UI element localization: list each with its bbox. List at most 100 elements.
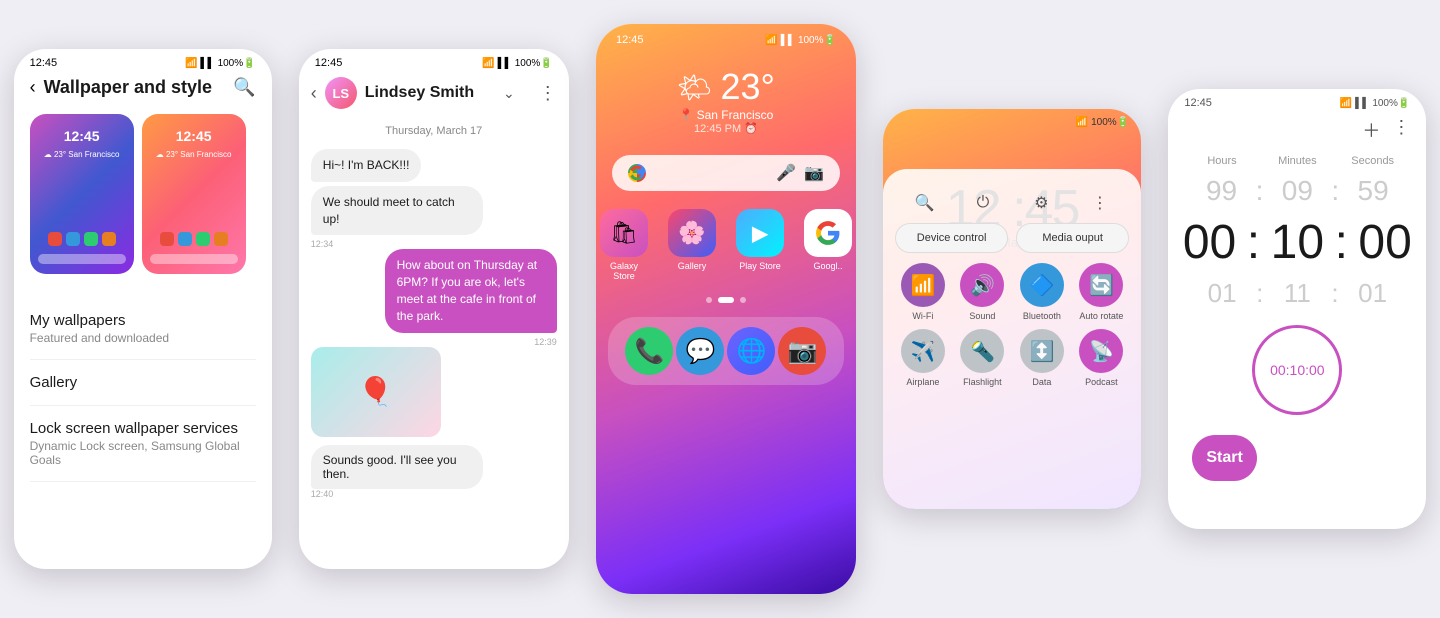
toggle-data[interactable]: ↕️ Data — [1016, 329, 1068, 387]
page-dots — [596, 291, 856, 309]
flashlight-toggle-icon: 🔦 — [960, 329, 1004, 373]
galaxy-store-icon: 🛍 — [600, 209, 648, 257]
battery-icon-5: 100%🔋 — [1372, 98, 1410, 109]
status-bar-1: 12:45 📶 ▌▌ 100%🔋 — [14, 49, 272, 73]
gallery-label: Gallery — [678, 261, 707, 271]
toggle-wifi[interactable]: 📶 Wi-Fi — [897, 263, 949, 321]
home-search-bar[interactable]: 🎤 📷 — [612, 155, 840, 191]
timer-colon-bottom-1: : — [1256, 278, 1263, 309]
wp-mini-apps-orange — [160, 232, 228, 246]
timer-circle-display[interactable]: 00:10:00 — [1252, 325, 1342, 415]
add-timer-icon[interactable]: ＋ — [1362, 117, 1380, 143]
timer-colon-top-1: : — [1256, 175, 1264, 207]
status-icons-5: 📶 ▌▌ 100%🔋 — [1340, 97, 1411, 109]
flashlight-toggle-label: Flashlight — [963, 377, 1002, 387]
back-icon-msg[interactable]: ‹ — [311, 83, 317, 104]
bluetooth-toggle-label: Bluetooth — [1023, 311, 1061, 321]
more-timer-icon[interactable]: ⋮ — [1392, 117, 1410, 143]
bluetooth-toggle-icon: 🔷 — [1020, 263, 1064, 307]
menu-gallery[interactable]: Gallery — [30, 360, 256, 406]
timer-main-hours: 00 — [1176, 215, 1242, 270]
qs-toggles: 📶 Wi-Fi 🔊 Sound 🔷 Bluetooth 🔄 Auto rotat… — [895, 263, 1129, 387]
hours-label: Hours — [1190, 155, 1254, 167]
qs-settings-icon[interactable]: ⚙ — [1027, 189, 1055, 217]
qs-battery-icon: 100%🔋 — [1091, 117, 1129, 128]
toggle-flashlight[interactable]: 🔦 Flashlight — [957, 329, 1009, 387]
msg-bubble-3: How about on Thursday at 6PM? If you are… — [385, 249, 557, 332]
toggle-sound[interactable]: 🔊 Sound — [957, 263, 1009, 321]
app-dot-6 — [178, 232, 192, 246]
toggle-autorotate[interactable]: 🔄 Auto rotate — [1076, 263, 1128, 321]
wifi-icon-3: 📶 — [765, 35, 777, 46]
weather-time: 12:45 PM ⏰ — [694, 122, 758, 135]
play-store-icon: ▶ — [736, 209, 784, 257]
screen-messages: 12:45 📶 ▌▌ 100%🔋 ‹ LS Lindsey Smith ⌄ ⋮ … — [299, 49, 569, 569]
app-galaxy-store[interactable]: 🛍 Galaxy Store — [600, 209, 648, 281]
app-google[interactable]: Googl.. — [804, 209, 852, 281]
timer-header: ＋ ⋮ — [1168, 109, 1426, 151]
mic-icon[interactable]: 🎤 — [776, 163, 796, 183]
timer-start-button[interactable]: Start — [1192, 435, 1256, 481]
qs-bg: 📶 100%🔋 12 :45 Thu, March 17 🔍 ⏻ ⚙ ⋮ Dev… — [883, 109, 1141, 509]
more-options-icon[interactable]: ⋮ — [539, 83, 557, 104]
wp-mini-weather-orange: ☁ 23° San Francisco — [156, 150, 232, 159]
home-dock: 📞 💬 🌐 📷 — [608, 317, 844, 385]
menu-my-wallpapers-sub: Featured and downloaded — [30, 331, 256, 345]
wp-preview-orange[interactable]: 12:45 ☁ 23° San Francisco — [142, 114, 246, 274]
google-app-label: Googl.. — [813, 261, 842, 271]
wifi-icon-2: 📶 — [482, 58, 494, 69]
galaxy-store-label: Galaxy Store — [600, 261, 648, 281]
msg-bubble-4: Sounds good. I'll see you then. — [311, 445, 483, 489]
dock-browser[interactable]: 🌐 — [727, 327, 775, 375]
search-icon[interactable]: 🔍 — [233, 77, 255, 98]
menu-lock-screen-sub: Dynamic Lock screen, Samsung Global Goal… — [30, 439, 256, 467]
weather-widget: 🌤 23° 📍 San Francisco 12:45 PM ⏰ — [596, 46, 856, 147]
qs-action-buttons: Device control Media ouput — [895, 223, 1129, 253]
dock-camera[interactable]: 📷 — [778, 327, 826, 375]
camera-search-icon[interactable]: 📷 — [804, 163, 824, 183]
wallpaper-title: Wallpaper and style — [44, 77, 226, 98]
time-3: 12:45 — [616, 34, 644, 46]
home-apps-row: 🛍 Galaxy Store 🌸 Gallery ▶ Play Store — [596, 199, 856, 291]
wp-mini-search-purple — [38, 254, 126, 264]
wp-preview-purple[interactable]: 12:45 ☁ 23° San Francisco — [30, 114, 134, 274]
qs-more-icon[interactable]: ⋮ — [1086, 189, 1114, 217]
toggle-bluetooth[interactable]: 🔷 Bluetooth — [1016, 263, 1068, 321]
timer-main-seconds: 00 — [1352, 215, 1418, 270]
menu-my-wallpapers[interactable]: My wallpapers Featured and downloaded — [30, 298, 256, 360]
timer-bottom-minutes: 11 — [1267, 278, 1327, 309]
toggle-airplane[interactable]: ✈️ Airplane — [897, 329, 949, 387]
timer-colon-main-2: : — [1335, 215, 1348, 270]
app-gallery[interactable]: 🌸 Gallery — [668, 209, 716, 281]
menu-my-wallpapers-label: My wallpapers — [30, 312, 256, 329]
device-control-btn[interactable]: Device control — [895, 223, 1008, 253]
screen-wallpaper: 12:45 📶 ▌▌ 100%🔋 ‹ Wallpaper and style 🔍… — [14, 49, 272, 569]
play-store-label: Play Store — [739, 261, 781, 271]
app-dot-2 — [66, 232, 80, 246]
chevron-down-icon[interactable]: ⌄ — [503, 85, 515, 102]
app-dot-3 — [84, 232, 98, 246]
qs-search-icon[interactable]: 🔍 — [910, 189, 938, 217]
menu-lock-screen-label: Lock screen wallpaper services — [30, 420, 256, 437]
media-output-btn[interactable]: Media ouput — [1016, 223, 1129, 253]
qs-power-icon[interactable]: ⏻ — [969, 189, 997, 217]
app-dot-1 — [48, 232, 62, 246]
seconds-label: Seconds — [1341, 155, 1405, 167]
signal-icon: ▌▌ — [200, 58, 214, 69]
dock-messages[interactable]: 💬 — [676, 327, 724, 375]
dock-phone[interactable]: 📞 — [625, 327, 673, 375]
qs-panel: 🔍 ⏻ ⚙ ⋮ Device control Media ouput 📶 Wi-… — [883, 169, 1141, 509]
wifi-icon-5: 📶 — [1340, 98, 1352, 109]
date-divider: Thursday, March 17 — [299, 117, 569, 145]
timer-bottom-seconds: 01 — [1343, 278, 1403, 309]
menu-lock-screen[interactable]: Lock screen wallpaper services Dynamic L… — [30, 406, 256, 482]
toggle-podcast[interactable]: 📡 Podcast — [1076, 329, 1128, 387]
back-icon[interactable]: ‹ — [30, 77, 36, 98]
screen-quick-settings: 📶 100%🔋 12 :45 Thu, March 17 🔍 ⏻ ⚙ ⋮ Dev… — [883, 109, 1141, 509]
home-content: 12:45 📶 ▌▌ 100%🔋 🌤 23° 📍 San Francisco 1… — [596, 24, 856, 594]
autorotate-toggle-label: Auto rotate — [1079, 311, 1123, 321]
dot-2 — [718, 297, 734, 303]
signal-icon-5: ▌▌ — [1355, 98, 1369, 109]
contact-name: Lindsey Smith — [365, 84, 495, 102]
app-play-store[interactable]: ▶ Play Store — [736, 209, 784, 281]
